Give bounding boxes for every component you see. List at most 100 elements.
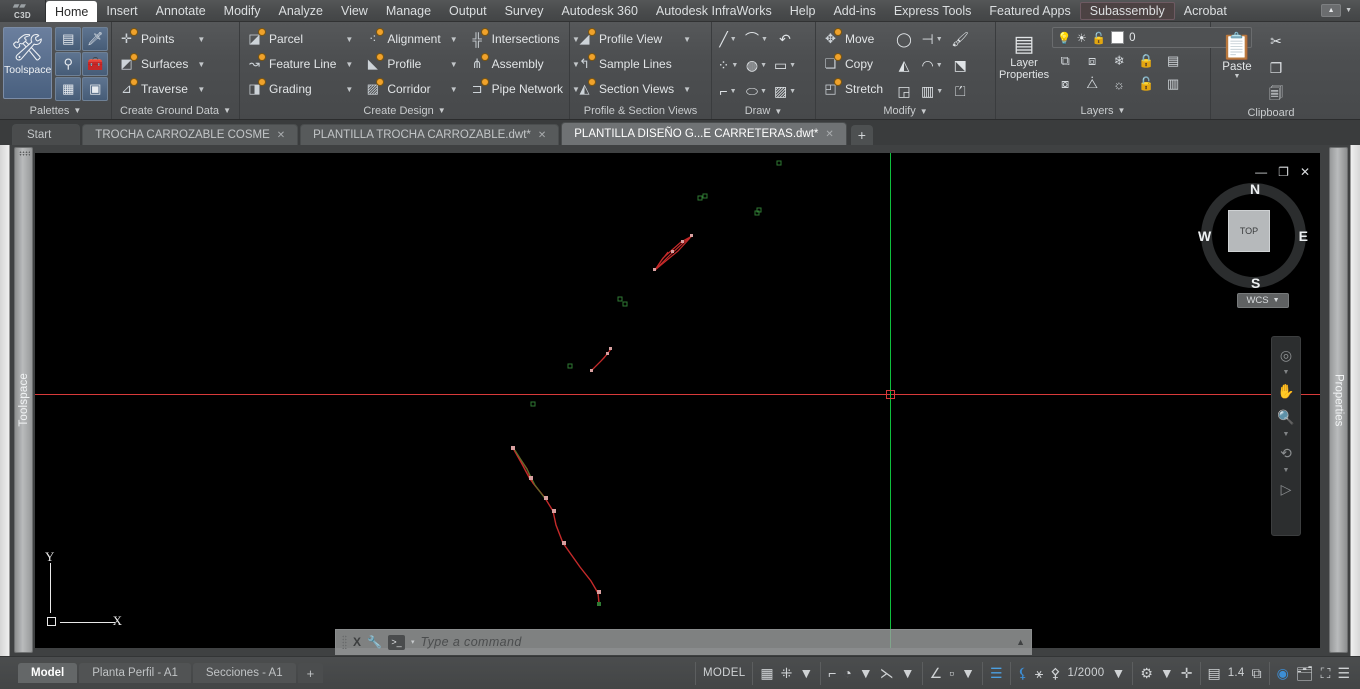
rectangle-icon[interactable]: ▭ ▼ bbox=[772, 53, 798, 77]
inquiry-icon[interactable]: ▦ bbox=[55, 77, 82, 101]
section-views-dropdown-icon[interactable]: ▼ bbox=[679, 85, 691, 94]
restore-icon[interactable]: ❐ bbox=[1278, 165, 1289, 179]
command-line[interactable]: X 🔧 >_ ▾ Type a command ▲ bbox=[335, 629, 1032, 655]
alignment-dropdown-icon[interactable]: ▼ bbox=[446, 35, 458, 44]
feature-line-dropdown-icon[interactable]: ▼ bbox=[341, 60, 353, 69]
freeze-icon[interactable]: ❄ bbox=[1106, 50, 1132, 72]
lineweight-stack-icon[interactable]: ▤ bbox=[1208, 665, 1221, 682]
unisolate-icon[interactable]: ☼ bbox=[1106, 73, 1132, 95]
menu-tab-output[interactable]: Output bbox=[440, 0, 496, 22]
view-cube-top-face[interactable]: TOP bbox=[1228, 210, 1270, 252]
zoom-dropdown-icon[interactable]: ▼ bbox=[1283, 431, 1290, 439]
polar-tracking-icon[interactable]: ◔ bbox=[843, 665, 851, 681]
menu-tab-survey[interactable]: Survey bbox=[496, 0, 553, 22]
properties-panel-collapsed[interactable]: Properties bbox=[1329, 147, 1348, 653]
file-tab-plantilla-trocha-carrozable[interactable]: PLANTILLA TROCHA CARROZABLE.dwt* ✕ bbox=[300, 124, 560, 145]
add-layout-button[interactable]: + bbox=[297, 663, 324, 683]
close-icon[interactable]: ✕ bbox=[1300, 165, 1310, 179]
customization-icon[interactable]: ☰ bbox=[1337, 665, 1350, 682]
pan-icon[interactable]: ✋ bbox=[1273, 379, 1299, 403]
extrude-icon[interactable]: ⏍ bbox=[947, 79, 973, 103]
paste-special-icon[interactable]: 🗐 bbox=[1263, 83, 1289, 107]
assembly-button[interactable]: ⋔ Assembly ▼ bbox=[466, 52, 585, 76]
autoscale-icon[interactable]: ⚹ bbox=[1035, 665, 1043, 682]
alignment-button[interactable]: ⁖ Alignment ▼ bbox=[361, 27, 462, 51]
make-current-icon[interactable]: ⧉ bbox=[1052, 50, 1078, 72]
hardware-acceleration-icon[interactable]: ✛ bbox=[1181, 665, 1193, 682]
trim-icon[interactable]: ⊣ ▼ bbox=[919, 27, 945, 51]
workspace-switching-icon[interactable]: ⚙ bbox=[1140, 665, 1153, 682]
layer-unlock-icon[interactable]: 🔓 bbox=[1092, 31, 1106, 45]
array-icon[interactable]: ▥ ▼ bbox=[919, 79, 945, 103]
polyline-icon[interactable]: ⌒ ▼ bbox=[743, 27, 770, 51]
lock-icon[interactable]: 🔒 bbox=[1133, 50, 1159, 72]
parcel-button[interactable]: ◪ Parcel ▼ bbox=[243, 27, 358, 51]
menu-tab-view[interactable]: View bbox=[332, 0, 377, 22]
annotation-monitor-icon[interactable]: ◉ bbox=[1277, 665, 1289, 682]
points-button[interactable]: ✛ Points ▼ bbox=[115, 27, 210, 51]
orbit-dropdown-icon[interactable]: ▼ bbox=[1283, 467, 1290, 475]
circle-icon[interactable]: ◍ ▼ bbox=[743, 53, 770, 77]
pipe-network-button[interactable]: ⊐ Pipe Network ▼ bbox=[466, 77, 585, 101]
application-menu-button[interactable]: ▰▰ C3D bbox=[0, 0, 46, 22]
layer-match-icon[interactable]: ⧊ bbox=[1079, 73, 1105, 95]
explode-icon[interactable]: ⬔ bbox=[947, 53, 973, 77]
orbit-icon[interactable]: ⟲ bbox=[1273, 441, 1299, 465]
steering-wheel-icon[interactable]: ◎ bbox=[1273, 343, 1299, 367]
turn-on-icon[interactable]: ⧇ bbox=[1052, 73, 1078, 95]
annotation-scale-icon[interactable]: ⚴ bbox=[1050, 665, 1060, 682]
menu-tab-analyze[interactable]: Analyze bbox=[269, 0, 331, 22]
panel-title-modify[interactable]: Modify ▼ bbox=[819, 103, 992, 119]
grading-button[interactable]: ◨ Grading ▼ bbox=[243, 77, 358, 101]
copy-clip-icon[interactable]: ❐ bbox=[1263, 56, 1289, 80]
profile-button[interactable]: ◣ Profile ▼ bbox=[361, 52, 462, 76]
toolspace-button[interactable]: 🛠 Toolspace bbox=[3, 27, 53, 99]
panel-title-palettes[interactable]: Palettes ▼ bbox=[3, 102, 108, 119]
surfaces-button[interactable]: ◩ Surfaces ▼ bbox=[115, 52, 210, 76]
layout-tab-planta-perfil-a1[interactable]: Planta Perfil - A1 bbox=[79, 663, 191, 683]
compass-south-label[interactable]: S bbox=[1251, 275, 1260, 291]
menu-tab-autodesk360[interactable]: Autodesk 360 bbox=[552, 0, 646, 22]
grid-display-icon[interactable]: ▦ bbox=[760, 665, 773, 682]
traverse-button[interactable]: ⊿ Traverse ▼ bbox=[115, 77, 210, 101]
object-snap-tracking-icon[interactable]: ⋋ bbox=[880, 665, 894, 682]
layer-previous-icon[interactable]: ⧈ bbox=[1079, 50, 1105, 72]
osnap-tracking-dropdown-icon[interactable]: ▼ bbox=[901, 665, 915, 681]
rotate-icon[interactable]: ◯ bbox=[891, 27, 917, 51]
file-tab-trocha-carrozable-cosme[interactable]: TROCHA CARROZABLE COSME ✕ bbox=[82, 124, 299, 145]
minimize-icon[interactable]: — bbox=[1255, 165, 1267, 179]
zoom-icon[interactable]: 🔍 bbox=[1273, 405, 1299, 429]
new-drawing-tab-button[interactable]: + bbox=[850, 125, 873, 145]
layer-on-icon[interactable]: 💡 bbox=[1057, 31, 1071, 45]
menu-tab-home[interactable]: Home bbox=[46, 1, 98, 22]
panel-title-layers[interactable]: Layers ▼ bbox=[999, 102, 1207, 119]
layout-tab-model[interactable]: Model bbox=[18, 663, 78, 683]
coordinate-system-selector[interactable]: WCS ▼ bbox=[1237, 293, 1289, 308]
sample-lines-button[interactable]: ↰ Sample Lines bbox=[573, 52, 696, 76]
panel-title-create-ground-data[interactable]: Create Ground Data ▼ bbox=[115, 102, 236, 119]
settings-icon[interactable]: ▣ bbox=[82, 77, 109, 101]
layer-properties-button[interactable]: ▤ Layer Properties bbox=[999, 27, 1049, 81]
unlock-icon[interactable]: 🔓 bbox=[1133, 73, 1159, 95]
isolate-icon[interactable]: ▤ bbox=[1160, 50, 1186, 72]
menu-tab-addins[interactable]: Add-ins bbox=[824, 0, 884, 22]
chevron-down-icon[interactable]: ▼ bbox=[1273, 297, 1280, 304]
spline-icon[interactable]: ⁘ ▼ bbox=[715, 53, 741, 77]
paste-dropdown-icon[interactable]: ▼ bbox=[1234, 73, 1241, 80]
file-tab-plantilla-diseno-carreteras[interactable]: PLANTILLA DISEÑO G...E CARRETERAS.dwt* ✕ bbox=[561, 122, 847, 145]
close-icon[interactable]: ✕ bbox=[825, 129, 833, 140]
snap-mode-icon[interactable]: ⁜ bbox=[781, 665, 793, 682]
annotation-scale-value[interactable]: 1/2000 bbox=[1068, 667, 1105, 679]
command-history-expand-icon[interactable]: ▲ bbox=[1016, 637, 1025, 647]
points-dropdown-icon[interactable]: ▼ bbox=[193, 35, 205, 44]
compass-east-label[interactable]: E bbox=[1299, 228, 1308, 244]
command-input[interactable]: Type a command bbox=[420, 635, 1010, 649]
command-prompt-icon[interactable]: >_ bbox=[387, 634, 405, 650]
menu-tab-annotate[interactable]: Annotate bbox=[147, 0, 215, 22]
menu-tab-modify[interactable]: Modify bbox=[215, 0, 270, 22]
layer-walk-icon[interactable]: ▥ bbox=[1160, 73, 1186, 95]
survey-icon[interactable]: ⚲ bbox=[55, 52, 82, 76]
show-motion-icon[interactable]: ▷ bbox=[1273, 477, 1299, 501]
tool-palettes-icon[interactable]: 🗡 bbox=[82, 27, 109, 51]
object-snap-dropdown-icon[interactable]: ▼ bbox=[961, 665, 975, 681]
